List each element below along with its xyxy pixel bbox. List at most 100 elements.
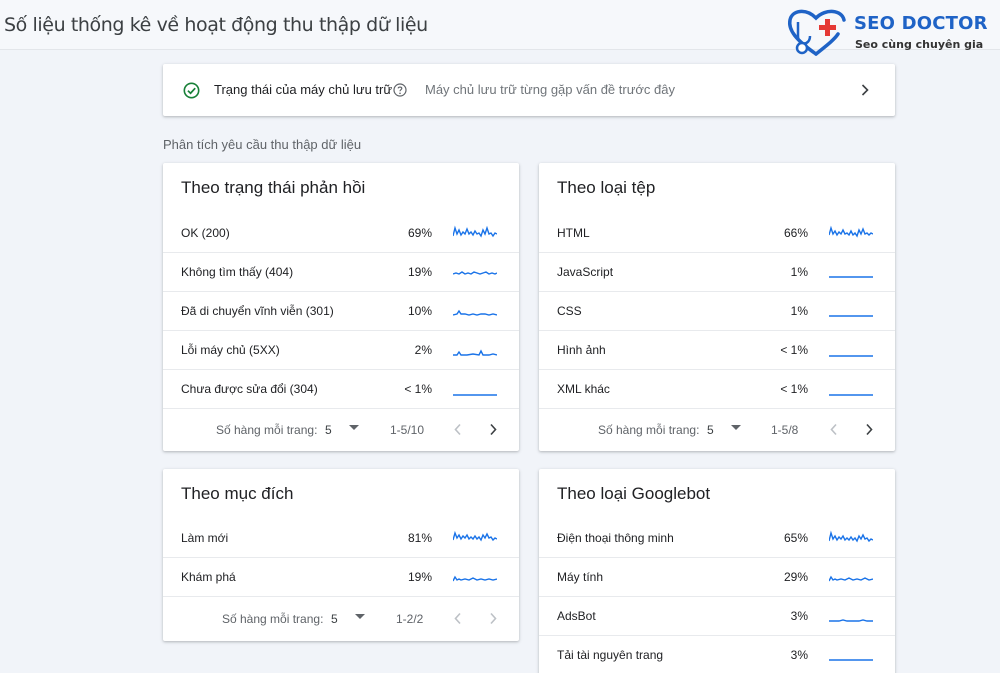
sparkline-chart — [453, 309, 497, 316]
row-label: Điện thoại thông minh — [557, 531, 674, 545]
row-value: 19% — [407, 265, 432, 279]
page-title: Số liệu thống kê về hoạt động thu thập d… — [4, 14, 428, 36]
host-status-label: Trạng thái của máy chủ lưu trữ — [214, 82, 393, 97]
table-row[interactable]: Làm mới 81% — [163, 519, 519, 558]
row-value: 1% — [790, 304, 808, 318]
table-row[interactable]: Điện thoại thông minh 65% — [539, 519, 895, 558]
sparkline-chart — [829, 394, 873, 396]
row-label: AdsBot — [557, 609, 596, 623]
table-row[interactable]: AdsBot 3% — [539, 597, 895, 636]
rows-per-page-label: Số hàng mỗi trang: — [222, 612, 324, 626]
row-value: 1% — [790, 265, 808, 279]
sparkline-chart — [453, 575, 497, 582]
seo-doctor-logo: SEO DOCTOR Seo cùng chuyên gia — [786, 6, 996, 58]
rows-per-page-select[interactable]: 5 — [707, 423, 714, 437]
heart-stethoscope-icon — [787, 9, 846, 56]
row-value: 2% — [414, 343, 432, 357]
sparkline-chart — [829, 355, 873, 357]
page-range: 1-5/10 — [390, 423, 425, 437]
table-row[interactable]: OK (200) 69% — [163, 214, 519, 253]
row-value: < 1% — [780, 343, 808, 357]
check-circle-icon — [183, 82, 200, 99]
chevron-right-icon[interactable] — [859, 83, 871, 97]
top-bar: Số liệu thống kê về hoạt động thu thập d… — [0, 0, 1000, 56]
row-label: CSS — [557, 304, 582, 318]
chevron-right-icon[interactable] — [864, 423, 874, 436]
row-label: Không tìm thấy (404) — [181, 265, 294, 279]
sparkline-chart — [829, 619, 873, 622]
table-row[interactable]: Chưa được sửa đổi (304) < 1% — [163, 370, 519, 409]
logo-name: SEO DOCTOR — [854, 13, 988, 34]
row-value: 81% — [407, 531, 432, 545]
dropdown-arrow-icon[interactable] — [355, 614, 365, 620]
row-label: OK (200) — [181, 226, 230, 240]
table-row[interactable]: JavaScript 1% — [539, 253, 895, 292]
row-label: JavaScript — [557, 265, 614, 279]
row-value: 3% — [790, 648, 808, 662]
row-label: Máy tính — [557, 570, 604, 584]
row-label: Chưa được sửa đổi (304) — [181, 382, 318, 396]
response-status-card: Theo trạng thái phản hồi OK (200) 69% Kh… — [163, 163, 519, 451]
chevron-right-icon[interactable] — [488, 423, 498, 436]
table-row[interactable]: Đã di chuyển vĩnh viễn (301) 10% — [163, 292, 519, 331]
row-value: 65% — [783, 531, 808, 545]
table-row[interactable]: CSS 1% — [539, 292, 895, 331]
table-row[interactable]: Không tìm thấy (404) 19% — [163, 253, 519, 292]
row-label: Lỗi máy chủ (5XX) — [181, 343, 280, 357]
row-value: 29% — [783, 570, 808, 584]
sparkline-chart — [453, 349, 497, 356]
row-value: 19% — [407, 570, 432, 584]
card-title: Theo mục đích — [181, 484, 294, 503]
row-label: HTML — [557, 226, 590, 240]
dropdown-arrow-icon[interactable] — [349, 425, 359, 431]
table-row[interactable]: Lỗi máy chủ (5XX) 2% — [163, 331, 519, 370]
sparkline-chart — [829, 575, 873, 582]
host-status-card[interactable]: Trạng thái của máy chủ lưu trữ Máy chủ l… — [163, 64, 895, 116]
sparkline-chart — [829, 315, 873, 317]
table-row[interactable]: Máy tính 29% — [539, 558, 895, 597]
table-row[interactable]: Tải tài nguyên trang 3% — [539, 636, 895, 673]
section-label: Phân tích yêu cầu thu thập dữ liệu — [163, 137, 362, 152]
row-label: Hình ảnh — [557, 343, 606, 357]
sparkline-chart — [829, 276, 873, 278]
rows-per-page-select[interactable]: 5 — [325, 423, 332, 437]
sparkline-chart — [829, 530, 873, 543]
chevron-left-icon[interactable] — [453, 423, 463, 436]
sparkline-chart — [453, 225, 497, 238]
page-range: 1-5/8 — [771, 423, 799, 437]
sparkline-chart — [829, 225, 873, 238]
dropdown-arrow-icon[interactable] — [731, 425, 741, 431]
chevron-right-icon[interactable] — [488, 612, 498, 625]
chevron-left-icon[interactable] — [453, 612, 463, 625]
sparkline-chart — [453, 271, 497, 275]
sparkline-chart — [829, 659, 873, 661]
pagination: Số hàng mỗi trang: 5 1-2/2 — [163, 597, 519, 641]
row-value: 66% — [783, 226, 808, 240]
row-value: < 1% — [404, 382, 432, 396]
rows-per-page-label: Số hàng mỗi trang: — [216, 423, 318, 437]
table-row[interactable]: XML khác < 1% — [539, 370, 895, 409]
sparkline-chart — [453, 530, 497, 542]
row-label: Tải tài nguyên trang — [557, 648, 664, 662]
chevron-left-icon[interactable] — [829, 423, 839, 436]
table-row[interactable]: Khám phá 19% — [163, 558, 519, 597]
help-icon[interactable] — [393, 83, 407, 97]
rows-per-page-label: Số hàng mỗi trang: — [598, 423, 700, 437]
card-title: Theo loại Googlebot — [557, 484, 711, 503]
googlebot-type-card: Theo loại Googlebot Điện thoại thông min… — [539, 469, 895, 673]
pagination: Số hàng mỗi trang: 5 1-5/10 — [163, 408, 519, 452]
row-value: 69% — [407, 226, 432, 240]
row-value: < 1% — [780, 382, 808, 396]
row-value: 3% — [790, 609, 808, 623]
card-title: Theo loại tệp — [557, 178, 656, 197]
row-value: 10% — [407, 304, 432, 318]
host-status-message: Máy chủ lưu trữ từng gặp vấn đề trước đâ… — [425, 82, 676, 97]
page-range: 1-2/2 — [396, 612, 424, 626]
table-row[interactable]: HTML 66% — [539, 214, 895, 253]
table-row[interactable]: Hình ảnh < 1% — [539, 331, 895, 370]
logo-tagline: Seo cùng chuyên gia — [855, 38, 984, 51]
rows-per-page-select[interactable]: 5 — [331, 612, 338, 626]
file-type-card: Theo loại tệp HTML 66% JavaScript 1% CSS… — [539, 163, 895, 451]
pagination: Số hàng mỗi trang: 5 1-5/8 — [539, 408, 895, 452]
row-label: Làm mới — [181, 531, 229, 545]
